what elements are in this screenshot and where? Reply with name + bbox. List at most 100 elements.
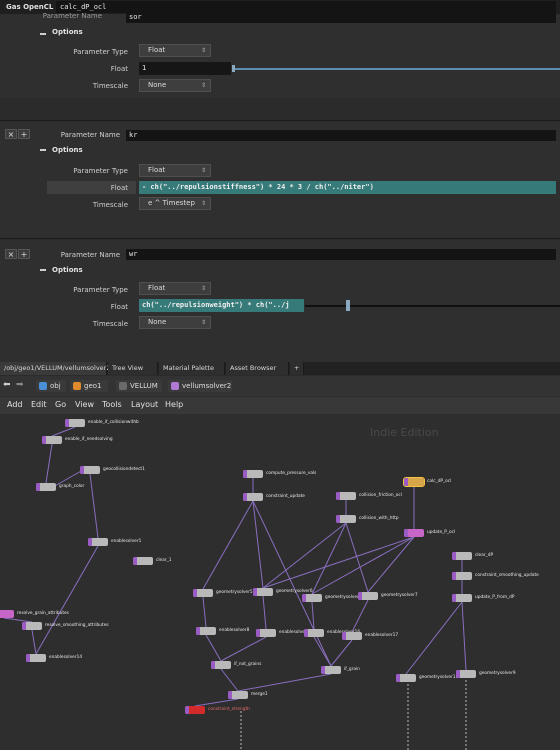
node-body[interactable] [336,492,356,500]
node-body[interactable] [452,552,472,560]
node-flag[interactable] [243,470,247,478]
menu-view[interactable]: View [75,400,94,409]
node-body[interactable] [358,592,378,600]
node-body[interactable] [243,470,263,478]
node-flag[interactable] [336,492,340,500]
options-collapse-toggle[interactable] [39,146,47,154]
float-slider-handle[interactable] [346,300,350,311]
node-body[interactable] [396,674,416,682]
node-flag[interactable] [404,529,408,537]
node-body[interactable] [403,477,425,487]
param-name-input[interactable]: wr [126,249,556,260]
add-tab-button[interactable]: + [290,362,304,375]
menu-layout[interactable]: Layout [131,400,158,409]
float-input[interactable]: 1 [139,62,231,75]
path-item-geo1[interactable]: geo1 [70,380,108,392]
node-flag[interactable] [211,661,215,669]
node-flag[interactable] [196,627,200,635]
add-parameter-button[interactable]: + [18,129,30,139]
node-flag[interactable] [358,592,362,600]
node-body[interactable] [243,493,263,501]
network-editor[interactable]: Indie Edition enable_if_collisionwithb en… [0,414,560,750]
path-item-vellumsolver2[interactable]: vellumsolver2 [168,380,232,392]
menu-go[interactable]: Go [55,400,66,409]
node-body[interactable] [0,610,14,618]
node-flag[interactable] [456,670,460,678]
node-flag[interactable] [185,706,189,714]
path-item-obj[interactable]: obj [36,380,66,392]
options-collapse-toggle[interactable] [39,266,47,274]
timescale-dropdown[interactable]: None ⇕ [139,316,211,329]
node-body[interactable] [196,627,216,635]
node-body[interactable] [342,632,362,640]
node-flag[interactable] [336,515,340,523]
node-flag[interactable] [133,557,137,565]
node-flag[interactable] [88,538,92,546]
node-body[interactable] [253,588,273,596]
float-expression-field[interactable]: - ch("../repulsionstiffness") * 24 * 3 /… [139,181,556,194]
node-body[interactable] [256,629,276,637]
forward-arrow-icon[interactable]: ➡ [16,380,24,390]
node-body[interactable] [211,661,231,669]
node-body[interactable] [452,594,472,602]
node-body[interactable] [336,515,356,523]
node-flag[interactable] [396,674,400,682]
menu-add[interactable]: Add [7,400,23,409]
node-body[interactable] [80,466,100,474]
node-flag[interactable] [302,594,306,602]
parameter-type-dropdown[interactable]: Float ⇕ [139,164,211,177]
float-slider[interactable] [305,305,560,307]
node-body[interactable] [65,419,85,427]
param-name-input[interactable]: kr [126,130,556,141]
node-flag[interactable] [404,478,408,486]
node-flag[interactable] [228,691,232,699]
menu-tools[interactable]: Tools [102,400,122,409]
timescale-dropdown[interactable]: None ⇕ [139,79,211,92]
node-flag[interactable] [243,493,247,501]
node-body[interactable] [185,706,205,714]
parameter-type-dropdown[interactable]: Float ⇕ [139,44,211,57]
node-flag[interactable] [452,552,456,560]
float-slider[interactable] [234,68,560,70]
node-flag[interactable] [256,629,260,637]
node-flag[interactable] [452,572,456,580]
node-flag[interactable] [342,632,346,640]
node-flag[interactable] [22,622,26,630]
node-body[interactable] [133,557,153,565]
node-body[interactable] [88,538,108,546]
node-flag[interactable] [452,594,456,602]
menu-edit[interactable]: Edit [31,400,47,409]
node-flag[interactable] [36,483,40,491]
node-body[interactable] [456,670,476,678]
float-expression-field[interactable]: ch("../repulsionweight") * ch("../j [139,299,304,312]
tab-tree-view[interactable]: Tree View [108,362,158,375]
node-body[interactable] [304,629,324,637]
node-body[interactable] [228,691,248,699]
node-body[interactable] [321,666,341,674]
node-flag[interactable] [42,436,46,444]
tab-network-path[interactable]: /obj/geo1/VELLUM/vellumsolver2 [0,362,110,375]
tab-material-palette[interactable]: Material Palette [159,362,225,375]
node-flag[interactable] [253,588,257,596]
node-flag[interactable] [321,666,325,674]
node-flag[interactable] [80,466,84,474]
remove-parameter-button[interactable]: × [5,129,17,139]
options-collapse-toggle[interactable] [39,30,47,38]
parameter-type-dropdown[interactable]: Float ⇕ [139,282,211,295]
add-parameter-button[interactable]: + [18,249,30,259]
node-flag[interactable] [26,654,30,662]
node-body[interactable] [26,654,46,662]
path-item-vellum[interactable]: VELLUM [116,380,162,392]
back-arrow-icon[interactable]: ⬅ [3,380,11,390]
node-flag[interactable] [193,589,197,597]
node-body[interactable] [22,622,42,630]
remove-parameter-button[interactable]: × [5,249,17,259]
node-flag[interactable] [304,629,308,637]
node-body[interactable] [452,572,472,580]
node-flag[interactable] [65,419,69,427]
node-body[interactable] [42,436,62,444]
timescale-dropdown[interactable]: e ^ Timestep ⇕ [139,197,211,210]
node-body[interactable] [404,529,424,537]
menu-help[interactable]: Help [165,400,183,409]
float-slider-handle[interactable] [232,65,235,72]
